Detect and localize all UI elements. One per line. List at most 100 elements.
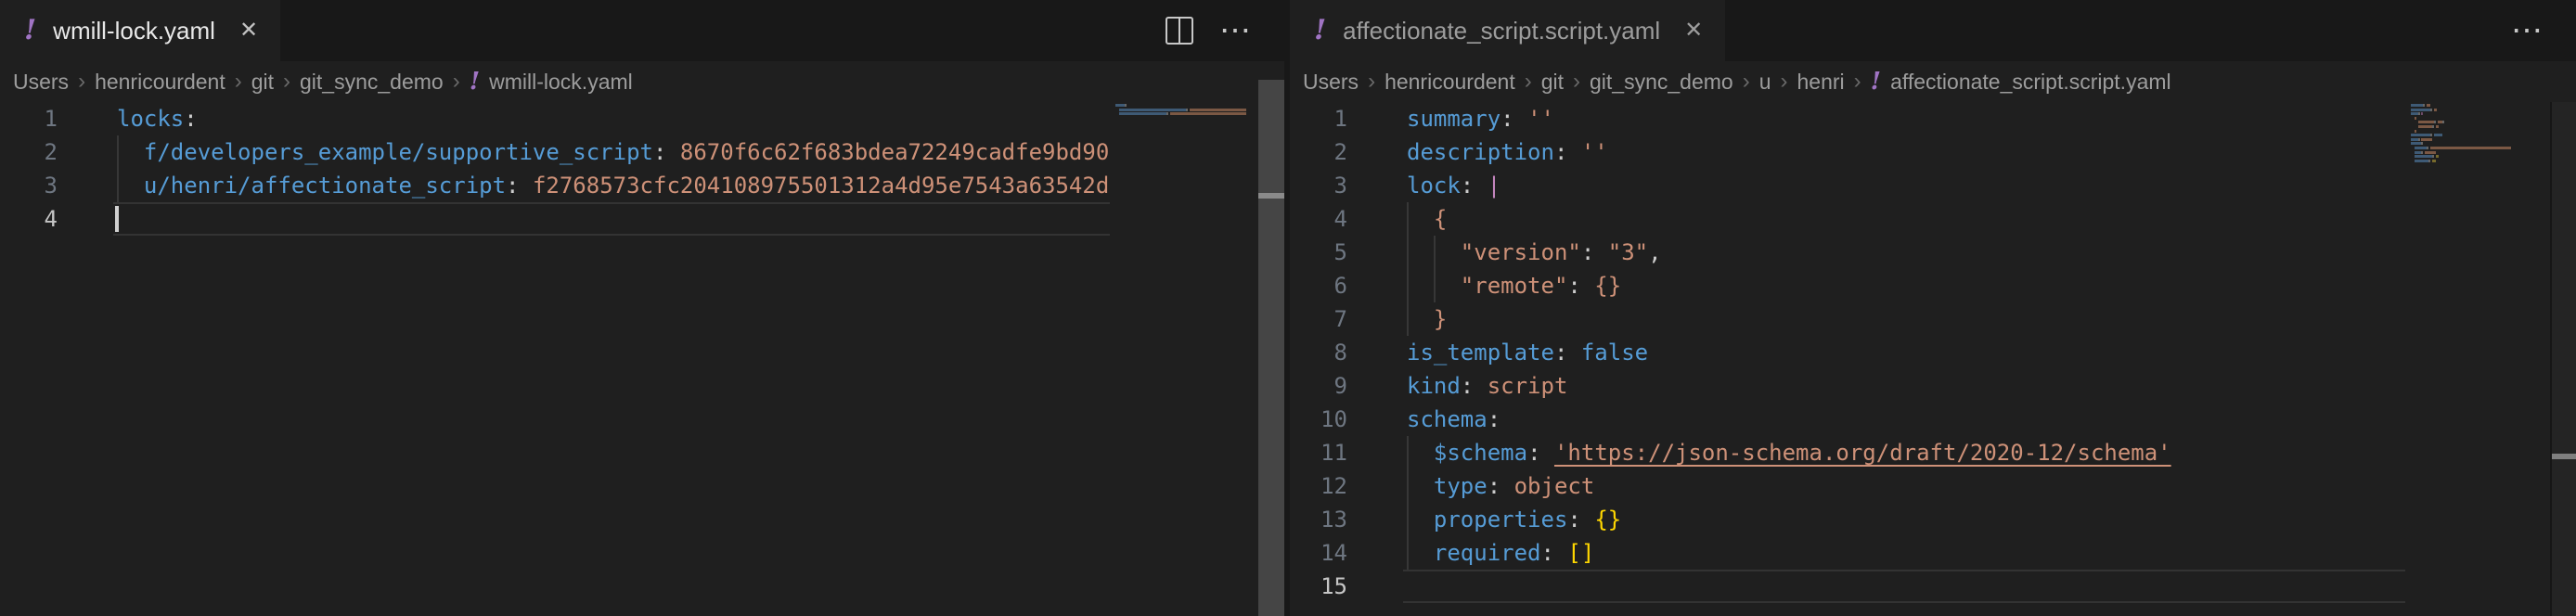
yaml-file-icon: ! (1314, 17, 1326, 45)
line-number: 3 (1334, 169, 1347, 202)
minimap-line (2411, 125, 2550, 128)
breadcrumb-file-label: affectionate_script.script.yaml (1890, 70, 2171, 95)
chevron-right-icon: › (1743, 69, 1750, 95)
code-line-3[interactable]: u/henri/affectionate_script: f2768573cfc… (117, 169, 1109, 202)
code-line-6[interactable]: "remote": {} (1407, 269, 1621, 302)
line-number: 2 (1334, 135, 1347, 169)
close-icon[interactable]: ✕ (1684, 19, 1703, 42)
minimap-line (1115, 109, 1258, 111)
chevron-right-icon: › (283, 69, 290, 95)
chevron-right-icon: › (235, 69, 242, 95)
editor-left[interactable]: 1234 locks: f/developers_example/support… (0, 102, 1284, 616)
line-number: 6 (1334, 269, 1347, 302)
breadcrumb-item[interactable]: henricourdent (95, 70, 225, 95)
yaml-file-icon: ! (1871, 70, 1881, 94)
code-line-14[interactable]: required: [] (1407, 536, 1594, 570)
code-area-right[interactable]: summary: ''description: ''lock: | { "ver… (1407, 102, 2405, 616)
overview-ruler-cursor-marker (1258, 193, 1284, 199)
line-number: 13 (1320, 503, 1347, 536)
code-line-1[interactable]: locks: (117, 102, 198, 135)
chevron-right-icon: › (1573, 69, 1580, 95)
indent-guide (1407, 436, 1409, 570)
chevron-right-icon: › (78, 69, 85, 95)
breadcrumb-file[interactable]: ! affectionate_script.script.yaml (1871, 70, 2171, 95)
code-line-1[interactable]: summary: '' (1407, 102, 1554, 135)
line-number: 3 (45, 169, 58, 202)
more-actions-icon[interactable]: ⋯ (1219, 15, 1253, 46)
minimap-line (2411, 117, 2550, 120)
minimap-right[interactable] (2405, 102, 2550, 616)
breadcrumb-right: Users › henricourdent › git › git_sync_demo › u ›… (1290, 61, 2576, 102)
code-line-3[interactable]: lock: | (1407, 169, 1501, 202)
line-number: 5 (1334, 236, 1347, 269)
code-line-8[interactable]: is_template: false (1407, 336, 1648, 369)
code-line-13[interactable]: properties: {} (1407, 503, 1621, 536)
minimap-line (2411, 155, 2550, 158)
editor-group-right: ! affectionate_script.script.yaml ✕ ⋯ Us… (1290, 0, 2576, 616)
minimap-line (2411, 163, 2550, 166)
breadcrumb-file[interactable]: ! wmill-lock.yaml (470, 70, 633, 95)
code-line-11[interactable]: $schema: 'https://json-schema.org/draft/… (1407, 436, 2171, 469)
yaml-file-icon: ! (24, 17, 36, 45)
minimap-line (2411, 138, 2550, 141)
line-number: 7 (1334, 302, 1347, 336)
tab-label: affectionate_script.script.yaml (1343, 17, 1660, 45)
line-number: 11 (1320, 436, 1347, 469)
line-number: 15 (1320, 570, 1347, 603)
editor-right[interactable]: 123456789101112131415 summary: ''descrip… (1290, 102, 2576, 616)
code-line-12[interactable]: type: object (1407, 469, 1594, 503)
breadcrumb-item[interactable]: git_sync_demo (1590, 70, 1733, 95)
line-number: 4 (1334, 202, 1347, 236)
line-number: 12 (1320, 469, 1347, 503)
text-cursor (115, 206, 119, 232)
breadcrumb-item[interactable]: git_sync_demo (300, 70, 444, 95)
chevron-right-icon: › (1525, 69, 1532, 95)
tab-bar-actions-left: ⋯ (1166, 0, 1253, 61)
vertical-scrollbar-left[interactable] (1258, 80, 1284, 616)
minimap-line (2411, 134, 2550, 136)
breadcrumb-file-label: wmill-lock.yaml (489, 70, 633, 95)
chevron-right-icon: › (1781, 69, 1788, 95)
minimap-line (2411, 109, 2550, 111)
line-number: 14 (1320, 536, 1347, 570)
split-editor-icon[interactable] (1166, 17, 1193, 45)
breadcrumb-item[interactable]: Users (13, 70, 69, 95)
code-line-7[interactable]: } (1407, 302, 1447, 336)
minimap-left[interactable] (1110, 102, 1258, 616)
code-line-5[interactable]: "version": "3", (1407, 236, 1662, 269)
line-number: 8 (1334, 336, 1347, 369)
breadcrumb-item[interactable]: Users (1303, 70, 1359, 95)
yaml-file-icon: ! (470, 70, 480, 94)
indent-guide (117, 135, 119, 202)
breadcrumb-item[interactable]: git (1541, 70, 1564, 95)
breadcrumb-item[interactable]: henricourdent (1385, 70, 1515, 95)
breadcrumb-item[interactable]: git (251, 70, 274, 95)
code-line-2[interactable]: description: '' (1407, 135, 1608, 169)
tab-label: wmill-lock.yaml (53, 17, 215, 45)
overview-ruler-cursor-marker (2552, 454, 2576, 459)
breadcrumb-left: Users›henricourdent›git›git_sync_demo›!w… (0, 61, 1284, 102)
minimap-line (2411, 121, 2550, 123)
editor-group-left: ! wmill-lock.yaml ✕ ⋯ Users › henricourden… (0, 0, 1284, 616)
tab-wmill-lock-yaml[interactable]: ! wmill-lock.yaml ✕ (0, 0, 280, 61)
minimap-line (1115, 104, 1258, 107)
tab-affectionate-script-yaml[interactable]: ! affectionate_script.script.yaml ✕ (1290, 0, 1725, 61)
more-actions-icon[interactable]: ⋯ (2511, 15, 2544, 46)
chevron-right-icon: › (1368, 69, 1375, 95)
close-icon[interactable]: ✕ (239, 19, 258, 42)
code-area-left[interactable]: locks: f/developers_example/supportive_s… (117, 102, 1110, 616)
breadcrumb-item[interactable]: u (1759, 70, 1771, 95)
tab-bar-actions-right: ⋯ (2511, 0, 2544, 61)
minimap-line (2411, 104, 2550, 107)
minimap-line (2411, 142, 2550, 145)
minimap-line (2411, 151, 2550, 154)
code-line-10[interactable]: schema: (1407, 403, 1501, 436)
vertical-scrollbar-right[interactable] (2550, 102, 2576, 616)
line-number: 9 (1334, 369, 1347, 403)
minimap-line (2411, 160, 2550, 162)
code-line-4[interactable]: { (1407, 202, 1447, 236)
code-line-2[interactable]: f/developers_example/supportive_script: … (117, 135, 1109, 169)
code-line-9[interactable]: kind: script (1407, 369, 1567, 403)
breadcrumb-item[interactable]: henri (1797, 70, 1845, 95)
tab-bar-right: ! affectionate_script.script.yaml ✕ ⋯ (1290, 0, 2576, 61)
